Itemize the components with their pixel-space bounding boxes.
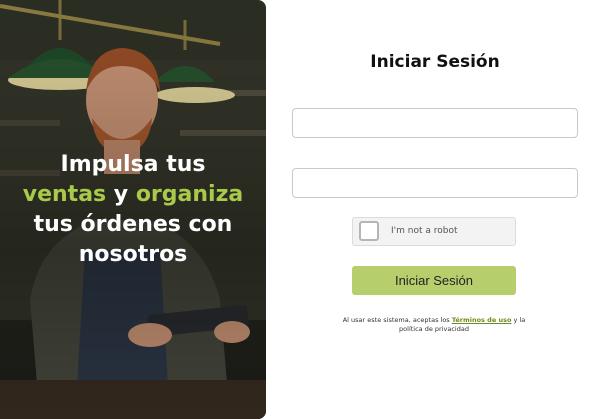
username-input[interactable] — [292, 108, 578, 138]
terms-link[interactable]: Términos de uso — [452, 316, 512, 324]
login-title: Iniciar Sesión — [370, 52, 500, 72]
login-button[interactable]: Iniciar Sesión — [352, 266, 516, 295]
recaptcha-label: I'm not a robot — [391, 226, 458, 236]
hero-line-4: nosotros — [78, 242, 188, 267]
hero-panel: Impulsa tus ventas y organiza tus órdene… — [0, 0, 266, 419]
legal-notice: Al usar este sistema, aceptas los Términ… — [332, 316, 536, 334]
hero-tagline: Impulsa tus ventas y organiza tus órdene… — [0, 150, 266, 270]
hero-line-3: tus órdenes con — [33, 212, 233, 237]
hero-accent-organiza: organiza — [135, 182, 244, 207]
hero-accent-ventas: ventas — [22, 182, 107, 207]
recaptcha-widget: I'm not a robot — [352, 217, 516, 246]
password-input[interactable] — [292, 168, 578, 198]
hero-line-1: Impulsa tus — [60, 152, 206, 177]
recaptcha-checkbox[interactable] — [359, 221, 379, 241]
legal-prefix: Al usar este sistema, aceptas los — [342, 316, 452, 324]
hero-connector: y — [106, 182, 136, 207]
